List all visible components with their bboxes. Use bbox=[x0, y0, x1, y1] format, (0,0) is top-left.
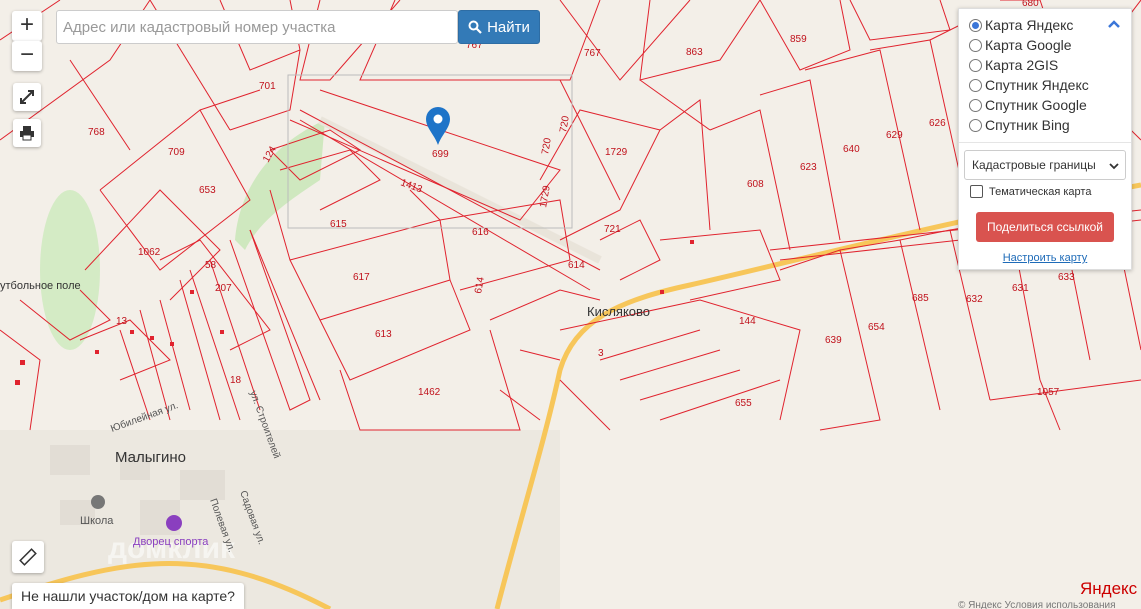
green-area bbox=[40, 190, 100, 350]
parcel-number-label[interactable]: 685 bbox=[912, 293, 929, 304]
parcel-number-label[interactable]: 617 bbox=[353, 272, 370, 283]
radio-button[interactable] bbox=[969, 98, 982, 112]
parcel-number-label[interactable]: 654 bbox=[868, 322, 885, 333]
search-icon bbox=[468, 20, 482, 34]
parcel-number-label[interactable]: 699 bbox=[432, 149, 449, 160]
parcel-number-label[interactable]: 614 bbox=[568, 260, 585, 271]
parcel-number-label[interactable]: 615 bbox=[330, 219, 347, 230]
map-layers-panel: Карта Яндекс Карта Google Карта 2GIS Спу… bbox=[958, 8, 1132, 270]
layer-option-bing-satellite[interactable]: Спутник Bing bbox=[969, 116, 1070, 134]
radio-button[interactable] bbox=[969, 58, 982, 72]
layer-option-label: Карта Яндекс bbox=[985, 17, 1074, 33]
thematic-map-checkbox[interactable] bbox=[970, 185, 983, 198]
parcel-number-label[interactable]: 58 bbox=[205, 260, 217, 271]
radio-button[interactable] bbox=[969, 118, 982, 132]
ruler-button[interactable] bbox=[12, 541, 44, 573]
zoom-in-button[interactable]: + bbox=[12, 11, 42, 41]
place-label-sport: Дворец спорта bbox=[133, 536, 209, 548]
parcel-number-label[interactable]: 863 bbox=[686, 47, 703, 58]
expand-icon bbox=[20, 90, 34, 104]
parcel-number-label[interactable]: 18 bbox=[230, 375, 242, 386]
fullscreen-button[interactable] bbox=[13, 83, 41, 111]
divider bbox=[959, 142, 1131, 143]
radio-button[interactable] bbox=[969, 38, 982, 52]
search-button[interactable]: Найти bbox=[458, 10, 540, 44]
parcel-number-label[interactable]: 768 bbox=[88, 127, 105, 138]
parcel-number-label[interactable]: 639 bbox=[825, 335, 842, 346]
layer-option-google-map[interactable]: Карта Google bbox=[969, 36, 1072, 54]
parcel-number-label[interactable]: 653 bbox=[199, 185, 216, 196]
parcel-number-label[interactable]: 701 bbox=[259, 81, 276, 92]
layer-option-label: Спутник Bing bbox=[985, 117, 1070, 133]
ruler-icon bbox=[19, 548, 37, 566]
not-found-button[interactable]: Не нашли участок/дом на карте? bbox=[12, 583, 244, 609]
share-link-button[interactable]: Поделиться ссылкой bbox=[976, 212, 1114, 242]
radio-button[interactable] bbox=[969, 78, 982, 92]
place-label-kislyakovo: Кисляково bbox=[587, 304, 650, 319]
parcel-number-label[interactable]: 1057 bbox=[1037, 387, 1060, 398]
overlay-select-value: Кадастровые границы bbox=[972, 158, 1096, 172]
layer-option-yandex-satellite[interactable]: Спутник Яндекс bbox=[969, 76, 1089, 94]
radio-button[interactable] bbox=[969, 18, 982, 32]
sport-icon bbox=[166, 515, 182, 531]
parcel-number-label[interactable]: 859 bbox=[790, 34, 807, 45]
thematic-map-label: Тематическая карта bbox=[989, 185, 1092, 198]
parcel-number-label[interactable]: 632 bbox=[966, 294, 983, 305]
layer-option-label: Карта Google bbox=[985, 37, 1072, 53]
parcel-number-label[interactable]: 144 bbox=[739, 316, 756, 327]
parcel-number-label[interactable]: 767 bbox=[584, 48, 601, 59]
chevron-up-icon[interactable] bbox=[1107, 19, 1121, 29]
layer-option-label: Спутник Google bbox=[985, 97, 1087, 113]
parcel-number-label[interactable]: 623 bbox=[800, 162, 817, 173]
school-icon bbox=[91, 495, 105, 509]
parcel-number-label[interactable]: 631 bbox=[1012, 283, 1029, 294]
parcel-number-label[interactable]: 721 bbox=[604, 224, 621, 235]
parcel-number-label[interactable]: 709 bbox=[168, 147, 185, 158]
layer-option-2gis-map[interactable]: Карта 2GIS bbox=[969, 56, 1058, 74]
layer-option-label: Карта 2GIS bbox=[985, 57, 1059, 73]
thematic-map-toggle[interactable]: Тематическая карта bbox=[970, 185, 1091, 198]
parcel-number-label[interactable]: 640 bbox=[843, 144, 860, 155]
printer-icon bbox=[20, 126, 34, 141]
place-label-malygino: Малыгино bbox=[115, 449, 186, 466]
parcel-number-label[interactable]: 1729 bbox=[605, 147, 628, 158]
place-label-field: утбольное поле bbox=[0, 280, 81, 292]
parcel-number-label[interactable]: 633 bbox=[1058, 272, 1075, 283]
parcel-number-label[interactable]: 629 bbox=[886, 130, 903, 141]
parcel-number-label[interactable]: 207 bbox=[215, 283, 232, 294]
search-button-label: Найти bbox=[487, 18, 530, 36]
overlay-select[interactable]: Кадастровые границы bbox=[964, 150, 1126, 180]
layer-option-label: Спутник Яндекс bbox=[985, 77, 1089, 93]
configure-map-link[interactable]: Настроить карту bbox=[959, 252, 1131, 264]
yandex-logo: Яндекс bbox=[1080, 579, 1138, 598]
search-input[interactable] bbox=[56, 10, 458, 44]
parcel-number-label[interactable]: 626 bbox=[929, 118, 946, 129]
parcel-number-label[interactable]: 1062 bbox=[138, 247, 161, 258]
place-label-school: Школа bbox=[80, 515, 114, 527]
parcel-number-label[interactable]: 655 bbox=[735, 398, 752, 409]
layer-option-yandex-map[interactable]: Карта Яндекс bbox=[969, 16, 1073, 34]
layer-option-google-satellite[interactable]: Спутник Google bbox=[969, 96, 1087, 114]
parcel-number-label[interactable]: 616 bbox=[472, 227, 489, 238]
zoom-out-button[interactable]: − bbox=[12, 41, 42, 71]
print-button[interactable] bbox=[13, 119, 41, 147]
parcel-number-label[interactable]: 3 bbox=[598, 348, 604, 359]
chevron-down-icon bbox=[1109, 163, 1119, 170]
parcel-number-label[interactable]: 613 bbox=[375, 329, 392, 340]
parcel-number-label[interactable]: 1462 bbox=[418, 387, 441, 398]
attribution-text[interactable]: © Яндекс Условия использования bbox=[958, 600, 1116, 609]
parcel-number-label[interactable]: 13 bbox=[116, 316, 128, 327]
parcel-number-label[interactable]: 608 bbox=[747, 179, 764, 190]
